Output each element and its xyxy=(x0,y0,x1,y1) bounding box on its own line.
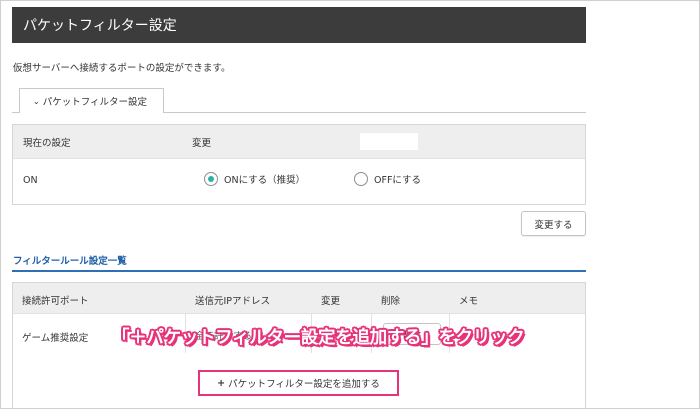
current-setting-value: ON xyxy=(23,175,38,186)
rule-table-header: 接続許可ポート 送信元IPアドレス 変更 削除 メモ xyxy=(13,283,585,313)
rule-name: ゲーム推奨設定 xyxy=(22,333,89,344)
chevron-down-icon: ⌄ xyxy=(33,96,40,106)
settings-table: 現在の設定 変更 ON ONにする（推奨） OFFにする xyxy=(12,124,586,205)
header-blank-box xyxy=(360,133,418,150)
radio-on[interactable]: ONにする（推奨） xyxy=(204,172,305,186)
rule-section-divider xyxy=(12,270,586,272)
plus-icon: + xyxy=(217,377,226,389)
add-button-label: パケットフィルター設定を追加する xyxy=(228,379,380,390)
radio-on-label: ONにする（推奨） xyxy=(224,175,306,186)
header-source-ip: 送信元IPアドレス xyxy=(195,296,271,307)
header-change-col: 変更 xyxy=(321,296,341,307)
page-title: パケットフィルター設定 xyxy=(23,18,177,34)
settings-row: ON ONにする（推奨） OFFにする xyxy=(13,158,585,204)
header-port: 接続許可ポート xyxy=(22,296,89,307)
tab-packet-filter[interactable]: ⌄ パケットフィルター設定 xyxy=(19,88,164,113)
header-delete: 削除 xyxy=(381,296,401,307)
change-button[interactable]: 変更する xyxy=(521,211,586,236)
tab-label: パケットフィルター設定 xyxy=(42,97,148,108)
radio-off[interactable]: OFFにする xyxy=(354,172,421,186)
page-header: パケットフィルター設定 xyxy=(12,7,586,43)
page-description: 仮想サーバーへ接続するポートの設定ができます。 xyxy=(13,63,231,74)
header-current-setting: 現在の設定 xyxy=(23,137,71,149)
radio-off-indicator[interactable] xyxy=(354,172,368,186)
radio-off-label: OFFにする xyxy=(374,175,422,186)
header-memo: メモ xyxy=(459,296,479,307)
add-packet-filter-button[interactable]: + パケットフィルター設定を追加する xyxy=(198,370,399,396)
settings-table-header: 現在の設定 変更 xyxy=(13,125,585,158)
header-change: 変更 xyxy=(192,137,212,149)
instruction-annotation: 「＋パケットフィルター設定を追加する」をクリック xyxy=(112,328,525,348)
radio-on-indicator[interactable] xyxy=(204,172,218,186)
rule-section-title: フィルタールール設定一覧 xyxy=(13,256,127,267)
